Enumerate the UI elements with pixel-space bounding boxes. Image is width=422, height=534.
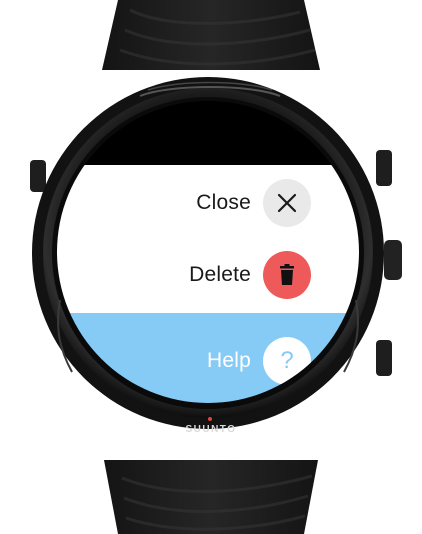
bottom-strap <box>104 460 318 534</box>
smartwatch-stage: Close Delete Help ? SUUNTO <box>0 0 422 534</box>
close-icon <box>277 193 297 213</box>
right-button-bottom <box>376 340 392 376</box>
trash-icon <box>280 264 294 285</box>
close-button[interactable] <box>263 179 311 227</box>
brand-logo: SUUNTO <box>185 424 237 435</box>
close-label: Close <box>196 191 251 214</box>
help-button[interactable]: ? <box>263 337 311 385</box>
brand-accent-dot <box>208 417 212 421</box>
delete-label: Delete <box>189 263 251 286</box>
question-mark-icon: ? <box>280 347 294 374</box>
help-label: Help <box>207 349 251 372</box>
right-button-top <box>376 150 392 186</box>
watch-screen: Close Delete Help ? <box>57 101 359 403</box>
close-menu-item[interactable]: Close <box>196 179 311 227</box>
left-button <box>30 160 46 192</box>
right-button-middle <box>384 240 402 280</box>
help-menu-item[interactable]: Help ? <box>207 337 311 385</box>
delete-menu-item[interactable]: Delete <box>189 251 311 299</box>
delete-button[interactable] <box>263 251 311 299</box>
